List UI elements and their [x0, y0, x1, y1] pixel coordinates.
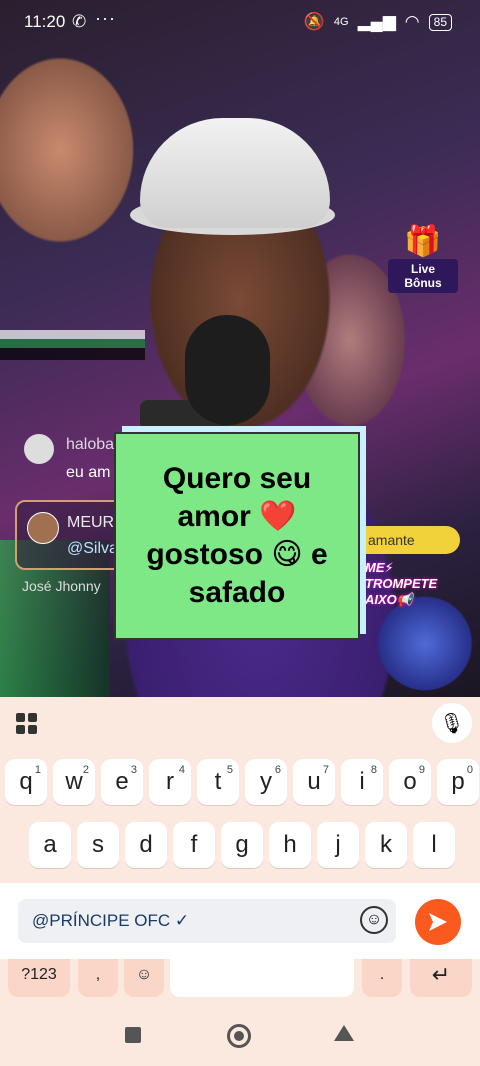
space-key[interactable]	[170, 959, 354, 997]
comment-item-highlighted[interactable]: MEURY @Silva	[15, 500, 129, 570]
microphone	[185, 315, 270, 425]
poster-line: AIXO📢	[365, 592, 413, 607]
key-e[interactable]: e3	[101, 759, 143, 805]
emoji-icon[interactable]: ☺	[360, 906, 388, 934]
send-icon	[429, 913, 447, 931]
status-bar: 11:20 ✆ ··· 🔕 4G ▂▄▆ ◠ 85	[0, 0, 480, 44]
whatsapp-icon: ✆	[72, 12, 87, 31]
period-key[interactable]: .	[362, 959, 402, 997]
keyboard-bottom-row: ?123 , ☺ . ↵	[0, 959, 480, 997]
emoji-key[interactable]: ☺	[124, 959, 164, 997]
key-number-hint: 1	[34, 764, 41, 776]
key-f[interactable]: f	[173, 822, 215, 868]
send-button[interactable]	[415, 899, 461, 945]
back-button[interactable]	[334, 1025, 354, 1041]
key-number-hint: 6	[274, 764, 281, 776]
key-number-hint: 0	[466, 764, 473, 776]
enter-key[interactable]: ↵	[410, 959, 472, 997]
cap-crown	[140, 118, 330, 228]
key-p[interactable]: p0	[437, 759, 479, 805]
key-g[interactable]: g	[221, 822, 263, 868]
key-label: p	[451, 768, 465, 795]
key-number-hint: 2	[82, 764, 89, 776]
comment-text: @Silva	[67, 540, 118, 557]
live-bonus-label: Live Bônus	[388, 259, 458, 293]
key-number-hint: 3	[130, 764, 137, 776]
key-label: i	[359, 768, 365, 795]
key-t[interactable]: t5	[197, 759, 239, 805]
network-type: 4G	[333, 16, 349, 28]
key-l[interactable]: l	[413, 822, 455, 868]
recents-button[interactable]	[125, 1027, 141, 1043]
gift-pill[interactable]: amante	[350, 526, 460, 554]
battery-icon: 85	[428, 13, 452, 31]
poster-line: TROMPETE	[365, 576, 438, 591]
key-label: y	[260, 768, 272, 795]
key-label: o	[403, 768, 417, 795]
key-label: t	[214, 768, 222, 795]
comment-compose-bar: @PRÍNCIPE OFC ✓ ☺	[0, 883, 480, 959]
avatar	[27, 512, 59, 544]
sticker-text: Quero seu amor ❤️ gostoso 😋 e safado	[146, 462, 328, 609]
key-number-hint: 7	[322, 764, 329, 776]
avatar	[24, 434, 54, 464]
mute-icon: 🔕	[303, 12, 325, 31]
text-sticker[interactable]: Quero seu amor ❤️ gostoso 😋 e safado	[114, 432, 360, 640]
key-y[interactable]: y6	[245, 759, 287, 805]
key-i[interactable]: i8	[341, 759, 383, 805]
live-bonus-button[interactable]: 🎁 Live Bônus	[388, 225, 458, 293]
key-o[interactable]: o9	[389, 759, 431, 805]
key-number-hint: 4	[178, 764, 185, 776]
more-notifications-icon: ···	[95, 8, 116, 28]
comment-input[interactable]: @PRÍNCIPE OFC ✓ ☺	[18, 899, 396, 943]
home-button[interactable]	[227, 1024, 251, 1048]
key-a[interactable]: a	[29, 822, 71, 868]
apps-grid-icon[interactable]	[16, 713, 38, 735]
wifi-icon: ◠	[404, 12, 420, 31]
key-r[interactable]: r4	[149, 759, 191, 805]
key-label: r	[166, 768, 174, 795]
voice-input-icon[interactable]: 🎙	[432, 703, 472, 743]
key-number-hint: 9	[418, 764, 425, 776]
key-u[interactable]: u7	[293, 759, 335, 805]
navigation-bar	[0, 997, 480, 1066]
key-number-hint: 5	[226, 764, 233, 776]
comment-text: eu am	[66, 464, 111, 481]
symbols-key[interactable]: ?123	[8, 959, 70, 997]
key-label: e	[115, 768, 129, 795]
flag-decoration	[0, 330, 145, 360]
comment-author: haloba	[66, 436, 115, 453]
treasure-chest-icon: 🎁	[404, 225, 442, 258]
poster-text: ME⚡ TROMPETE AIXO📢	[365, 560, 437, 608]
key-label: w	[65, 768, 83, 795]
key-j[interactable]: j	[317, 822, 359, 868]
poster-line: ME⚡	[365, 560, 394, 575]
key-h[interactable]: h	[269, 822, 311, 868]
status-time: 11:20	[24, 12, 66, 31]
key-k[interactable]: k	[365, 822, 407, 868]
comma-key[interactable]: ,	[78, 959, 118, 997]
key-d[interactable]: d	[125, 822, 167, 868]
key-number-hint: 8	[370, 764, 377, 776]
key-s[interactable]: s	[77, 822, 119, 868]
key-label: u	[307, 768, 321, 795]
comment-input-text[interactable]: @PRÍNCIPE OFC ✓	[32, 911, 189, 931]
key-q[interactable]: q1	[5, 759, 47, 805]
join-notice: José Jhonny	[22, 578, 101, 594]
key-w[interactable]: w2	[53, 759, 95, 805]
keyboard-toolbar: 🎙	[0, 697, 480, 747]
key-label: q	[19, 768, 33, 795]
signal-icon: ▂▄▆	[357, 12, 396, 31]
